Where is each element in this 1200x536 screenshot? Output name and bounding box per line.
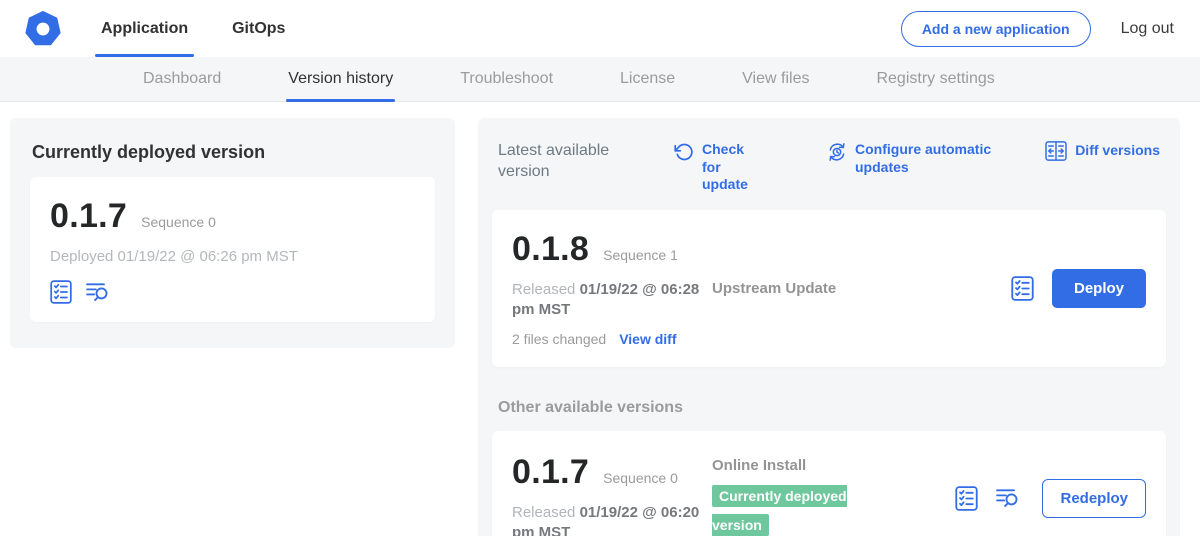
top-tab-application-label: Application xyxy=(101,20,188,38)
app-logo-icon[interactable] xyxy=(25,11,61,47)
other-released-timestamp: Released 01/19/22 @ 06:20 pm MST xyxy=(512,503,712,536)
latest-released-timestamp: Released 01/19/22 @ 06:28 pm MST xyxy=(512,280,712,321)
release-notes-icon[interactable] xyxy=(50,280,72,304)
diff-versions-link[interactable]: Diff versions xyxy=(1045,141,1160,161)
deployed-timestamp: Deployed 01/19/22 @ 06:26 pm MST xyxy=(50,248,415,265)
other-version-actions: Redeploy xyxy=(955,479,1146,518)
latest-header: Latest available version Check for updat… xyxy=(492,132,1166,196)
subnav-troubleshoot[interactable]: Troubleshoot xyxy=(460,57,553,101)
configure-auto-updates-label: Configure automatic updates xyxy=(855,141,1015,176)
refresh-icon xyxy=(674,142,694,162)
latest-available-title: Latest available version xyxy=(498,141,648,183)
deploy-button[interactable]: Deploy xyxy=(1052,269,1146,308)
top-tab-gitops-label: GitOps xyxy=(232,20,285,38)
deployed-sequence-label: Sequence 0 xyxy=(141,214,216,230)
clock-refresh-icon xyxy=(827,142,847,162)
currently-deployed-badge: Currently deployed version xyxy=(712,485,847,536)
other-version-status: Online Install Currently deployed versio… xyxy=(712,457,955,536)
subnav-dashboard[interactable]: Dashboard xyxy=(143,57,221,101)
check-for-update-label: Check for update xyxy=(702,141,766,194)
redeploy-button[interactable]: Redeploy xyxy=(1042,479,1146,518)
view-diff-link[interactable]: View diff xyxy=(619,331,676,347)
latest-version-card: 0.1.8 Sequence 1 Released 01/19/22 @ 06:… xyxy=(492,210,1166,368)
deployed-version-number: 0.1.7 xyxy=(50,197,127,236)
top-tab-gitops[interactable]: GitOps xyxy=(210,0,307,57)
deploy-logs-icon[interactable] xyxy=(86,280,110,304)
app-subnav: Dashboard Version history Troubleshoot L… xyxy=(0,57,1200,102)
diff-versions-label: Diff versions xyxy=(1075,142,1160,160)
other-version-info: 0.1.7 Sequence 0 Released 01/19/22 @ 06:… xyxy=(512,453,712,536)
top-tab-application[interactable]: Application xyxy=(79,0,210,57)
deployed-version-row: 0.1.7 Sequence 0 xyxy=(50,197,415,236)
currently-deployed-panel: Currently deployed version 0.1.7 Sequenc… xyxy=(10,118,455,348)
latest-version-number: 0.1.8 xyxy=(512,230,589,269)
other-sequence-label: Sequence 0 xyxy=(603,470,678,486)
latest-source-label: Upstream Update xyxy=(712,280,1011,297)
released-prefix: Released xyxy=(512,281,575,298)
other-versions-title: Other available versions xyxy=(498,399,1160,417)
latest-available-panel: Latest available version Check for updat… xyxy=(478,118,1180,536)
top-bar: Application GitOps Add a new application… xyxy=(0,0,1200,57)
deploy-logs-icon[interactable] xyxy=(996,486,1020,510)
subnav-license[interactable]: License xyxy=(620,57,675,101)
other-version-card: 0.1.7 Sequence 0 Released 01/19/22 @ 06:… xyxy=(492,431,1166,536)
main-content: Currently deployed version 0.1.7 Sequenc… xyxy=(0,102,1200,536)
deployed-version-card: 0.1.7 Sequence 0 Deployed 01/19/22 @ 06:… xyxy=(30,177,435,322)
files-changed-label: 2 files changed xyxy=(512,331,606,347)
files-changed-row: 2 files changed View diff xyxy=(512,331,712,347)
diff-versions-icon xyxy=(1045,141,1067,161)
latest-version-actions: Deploy xyxy=(1011,269,1146,308)
currently-deployed-title: Currently deployed version xyxy=(32,142,433,163)
top-nav: Application GitOps xyxy=(79,0,307,57)
latest-sequence-label: Sequence 1 xyxy=(603,247,678,263)
deployed-actions xyxy=(50,280,415,304)
add-application-button[interactable]: Add a new application xyxy=(901,11,1091,47)
logout-button[interactable]: Log out xyxy=(1121,20,1174,38)
release-notes-icon[interactable] xyxy=(1011,276,1034,301)
configure-auto-updates-link[interactable]: Configure automatic updates xyxy=(827,141,1015,176)
currently-deployed-badge-wrap: Currently deployed version xyxy=(712,483,864,536)
released-prefix: Released xyxy=(512,504,575,521)
release-notes-icon[interactable] xyxy=(955,486,978,511)
other-version-number: 0.1.7 xyxy=(512,453,589,492)
subnav-registry-settings[interactable]: Registry settings xyxy=(876,57,994,101)
latest-version-info: 0.1.8 Sequence 1 Released 01/19/22 @ 06:… xyxy=(512,230,712,348)
subnav-view-files[interactable]: View files xyxy=(742,57,809,101)
other-source-label: Online Install xyxy=(712,457,955,474)
subnav-version-history[interactable]: Version history xyxy=(288,57,393,101)
check-for-update-link[interactable]: Check for update xyxy=(674,141,766,194)
